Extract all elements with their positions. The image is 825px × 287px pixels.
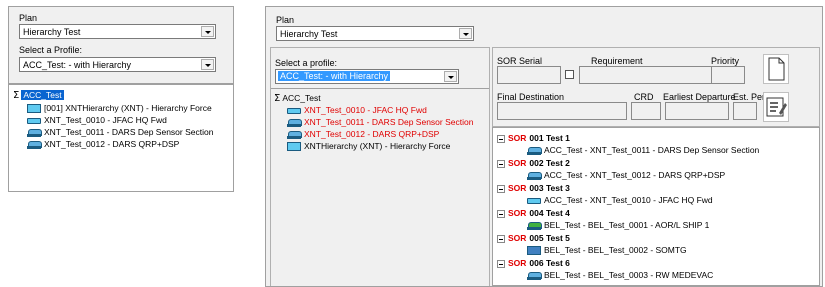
est-pers-field[interactable] bbox=[733, 102, 757, 120]
force-icon bbox=[287, 142, 301, 152]
right-hierarchy-tree[interactable]: Σ ACC_Test XNT_Test_0010 - JFAC HQ Fwd XN… bbox=[271, 88, 489, 286]
vehicle-icon bbox=[287, 130, 302, 139]
plan-label: Plan bbox=[19, 13, 38, 23]
sor-form: SOR Serial Requirement Priority Final De… bbox=[492, 47, 820, 127]
tree-root[interactable]: Σ ACC_Test bbox=[274, 92, 321, 104]
sor-child[interactable]: ACC_Test - XNT_Test_0012 - DARS QRP+DSP bbox=[527, 169, 725, 181]
plan-select[interactable]: Hierarchy Test bbox=[276, 26, 474, 41]
profile-label: Select a Profile: bbox=[19, 45, 83, 55]
final-destination-label: Final Destination bbox=[497, 92, 565, 102]
plan-label: Plan bbox=[276, 15, 295, 25]
tree-root-label: ACC_Test bbox=[282, 93, 321, 103]
vehicle-icon bbox=[527, 146, 542, 155]
final-destination-field[interactable] bbox=[497, 102, 627, 120]
priority-field[interactable] bbox=[711, 66, 745, 84]
tree-item[interactable]: XNT_Test_0010 - JFAC HQ Fwd bbox=[287, 104, 427, 116]
chevron-down-icon[interactable] bbox=[444, 71, 457, 82]
unit-icon bbox=[27, 117, 41, 124]
collapse-icon[interactable] bbox=[497, 134, 505, 143]
sor-item[interactable]: SOR 002 Test 2 bbox=[497, 157, 570, 169]
left-hierarchy-tree[interactable]: Σ ACC_Test [001] XNTHierarchy (XNT) - Hie… bbox=[8, 84, 234, 192]
plan-select-value: Hierarchy Test bbox=[280, 29, 338, 39]
profile-select-value: ACC_Test: - with Hierarchy bbox=[278, 71, 391, 81]
sor-child[interactable]: BEL_Test - BEL_Test_0001 - AOR/L SHIP 1 bbox=[527, 219, 709, 231]
tree-root[interactable]: Σ ACC_Test bbox=[13, 89, 64, 101]
plan-select[interactable]: Hierarchy Test bbox=[19, 24, 216, 39]
tree-item[interactable]: XNT_Test_0012 - DARS QRP+DSP bbox=[27, 138, 179, 150]
ship-icon bbox=[527, 221, 542, 230]
earliest-departure-field[interactable] bbox=[665, 102, 729, 120]
sor-serial-label: SOR Serial bbox=[497, 56, 543, 66]
unit-icon bbox=[527, 197, 541, 204]
profile-select[interactable]: ACC_Test: - with Hierarchy bbox=[19, 57, 216, 72]
requirement-label: Requirement bbox=[591, 56, 643, 66]
vehicle-icon bbox=[287, 118, 302, 127]
crd-field[interactable] bbox=[631, 102, 661, 120]
tree-root-label: ACC_Test bbox=[21, 90, 64, 100]
sor-child[interactable]: BEL_Test - BEL_Test_0002 - SOMTG bbox=[527, 244, 687, 256]
chevron-down-icon[interactable] bbox=[201, 26, 214, 37]
sor-item[interactable]: SOR 003 Test 3 bbox=[497, 182, 570, 194]
tree-item[interactable]: XNTHierarchy (XNT) - Hierarchy Force bbox=[287, 140, 450, 152]
collapse-icon[interactable] bbox=[497, 209, 505, 218]
edit-document-button[interactable] bbox=[763, 92, 789, 122]
tree-item[interactable]: XNT_Test_0010 - JFAC HQ Fwd bbox=[27, 114, 167, 126]
sor-serial-field[interactable] bbox=[497, 66, 561, 84]
new-document-button[interactable] bbox=[763, 54, 789, 84]
tree-item[interactable]: XNT_Test_0011 - DARS Dep Sensor Section bbox=[287, 116, 473, 128]
tree-item[interactable]: XNT_Test_0012 - DARS QRP+DSP bbox=[287, 128, 439, 140]
collapse-icon[interactable] bbox=[497, 159, 505, 168]
profile-panel: Select a profile: ACC_Test: - with Hiera… bbox=[270, 47, 490, 286]
sor-item[interactable]: SOR 001 Test 1 bbox=[497, 132, 570, 144]
sigma-icon: Σ bbox=[274, 93, 281, 104]
priority-label: Priority bbox=[711, 56, 740, 66]
collapse-icon[interactable] bbox=[497, 234, 505, 243]
profile-select[interactable]: ACC_Test: - with Hierarchy bbox=[275, 69, 459, 84]
tree-item[interactable]: XNT_Test_0011 - DARS Dep Sensor Section bbox=[27, 126, 213, 138]
document-icon bbox=[768, 57, 785, 81]
sor-child[interactable]: BEL_Test - BEL_Test_0003 - RW MEDEVAC bbox=[527, 269, 713, 281]
sor-tree[interactable]: SOR 001 Test 1 ACC_Test - XNT_Test_0011 -… bbox=[492, 127, 820, 286]
left-profile-panel: Plan Hierarchy Test Select a Profile: AC… bbox=[8, 6, 234, 84]
crd-label: CRD bbox=[634, 92, 654, 102]
sor-item[interactable]: SOR 006 Test 6 bbox=[497, 257, 570, 269]
plan-select-value: Hierarchy Test bbox=[23, 27, 81, 37]
sigma-icon: Σ bbox=[13, 90, 20, 101]
vehicle-icon bbox=[27, 128, 42, 137]
medical-unit-icon bbox=[527, 246, 541, 256]
sor-item[interactable]: SOR 005 Test 5 bbox=[497, 232, 570, 244]
vehicle-icon bbox=[527, 171, 542, 180]
profile-select-value: ACC_Test: - with Hierarchy bbox=[23, 60, 132, 70]
chevron-down-icon[interactable] bbox=[201, 59, 214, 70]
sor-child[interactable]: ACC_Test - XNT_Test_0010 - JFAC HQ Fwd bbox=[527, 194, 713, 206]
profile-label: Select a profile: bbox=[275, 58, 338, 68]
requirement-field[interactable] bbox=[579, 66, 729, 84]
collapse-icon[interactable] bbox=[497, 184, 505, 193]
force-icon bbox=[27, 104, 41, 114]
earliest-departure-label: Earliest Departure bbox=[663, 92, 736, 102]
sor-item[interactable]: SOR 004 Test 4 bbox=[497, 207, 570, 219]
helicopter-icon bbox=[527, 271, 542, 280]
collapse-icon[interactable] bbox=[497, 259, 505, 268]
edit-icon bbox=[766, 97, 787, 117]
vehicle-icon bbox=[27, 140, 42, 149]
sor-child[interactable]: ACC_Test - XNT_Test_0011 - DARS Dep Sens… bbox=[527, 144, 759, 156]
right-window: Plan Hierarchy Test Select a profile: AC… bbox=[265, 6, 823, 287]
chevron-down-icon[interactable] bbox=[459, 28, 472, 39]
tree-item[interactable]: [001] XNTHierarchy (XNT) - Hierarchy For… bbox=[27, 102, 212, 114]
unit-icon bbox=[287, 107, 301, 114]
sor-checkbox[interactable] bbox=[565, 70, 574, 79]
